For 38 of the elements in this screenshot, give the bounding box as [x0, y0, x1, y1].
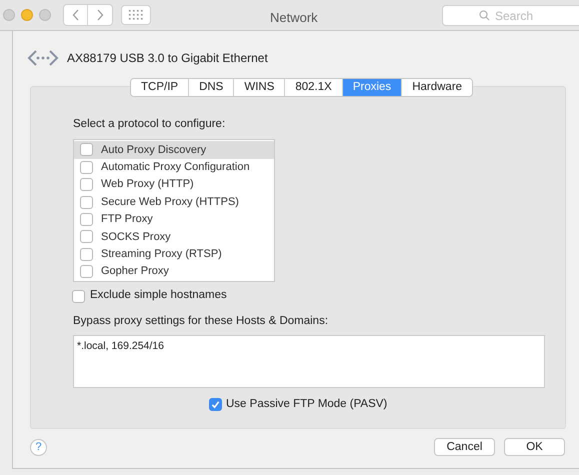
protocol-item[interactable]: SOCKS Proxy	[74, 228, 274, 246]
checkbox[interactable]	[80, 230, 93, 244]
protocol-item[interactable]: Auto Proxy Discovery	[74, 141, 274, 159]
checkbox[interactable]	[72, 290, 85, 302]
checkbox-label: Use Passive FTP Mode (PASV)	[226, 397, 388, 412]
network-icon	[27, 49, 59, 67]
close-icon[interactable]	[3, 9, 15, 21]
checkbox[interactable]	[80, 248, 93, 261]
protocol-item[interactable]: Secure Web Proxy (HTTPS)	[74, 193, 274, 211]
bypass-label: Bypass proxy settings for these Hosts & Domains:	[73, 314, 330, 329]
protocol-item[interactable]: Streaming Proxy (RTSP)	[74, 246, 274, 263]
checkbox[interactable]	[80, 265, 93, 278]
protocol-item[interactable]: Gopher Proxy	[74, 262, 274, 280]
protocol-item[interactable]: FTP Proxy	[74, 210, 274, 228]
bypass-field[interactable]: *.local, 169.254/16	[73, 334, 545, 388]
dialog-button[interactable]: Cancel	[434, 438, 495, 456]
search-icon	[479, 10, 490, 21]
dialog-button[interactable]: OK	[504, 438, 565, 456]
window-title: Network	[270, 9, 318, 27]
device-name: AX88179 USB 3.0 to Gigabit Ethernet	[67, 50, 268, 67]
chevron-right-icon	[96, 9, 104, 21]
tab[interactable]: Hardware	[401, 79, 472, 96]
protocol-label: Select a protocol to configure:	[73, 117, 226, 132]
checkbox-label: Exclude simple hostnames	[90, 288, 227, 304]
minimize-icon[interactable]	[21, 9, 33, 21]
chevron-left-icon	[72, 9, 80, 21]
search-field[interactable]: Search	[442, 5, 579, 26]
protocol-item[interactable]: Automatic Proxy Configuration	[74, 158, 274, 176]
checkbox[interactable]	[80, 160, 93, 174]
grid-button[interactable]	[121, 5, 151, 25]
checkbox[interactable]	[80, 178, 93, 192]
checkbox[interactable]	[80, 213, 93, 226]
checkbox[interactable]	[80, 196, 93, 209]
zoom-icon[interactable]	[39, 9, 51, 21]
checkbox[interactable]	[80, 143, 93, 156]
grid-icon	[129, 10, 143, 20]
protocol-item[interactable]: Web Proxy (HTTP)	[74, 176, 274, 194]
checkbox[interactable]	[209, 398, 222, 412]
